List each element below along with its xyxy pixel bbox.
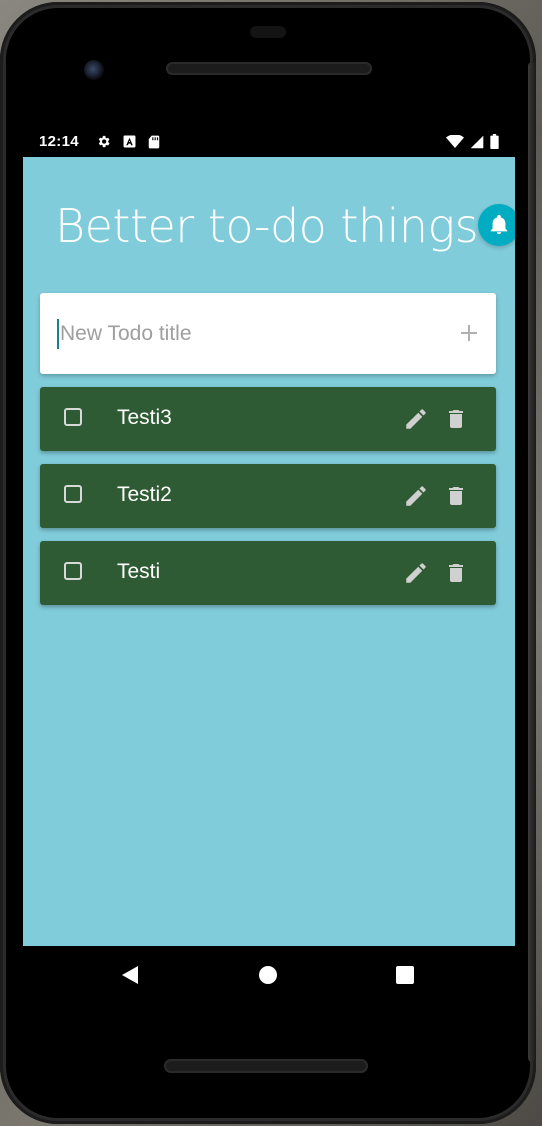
phone-frame: 12:14 Better to-do things New Todo title… <box>0 2 536 1124</box>
todo-title: Testi <box>117 560 161 583</box>
wifi-icon <box>446 134 464 148</box>
todo-list: Testi3 Testi2 Testi <box>40 387 496 618</box>
new-todo-card <box>40 293 496 374</box>
new-todo-title-input[interactable] <box>60 313 440 355</box>
keyboard-a-icon <box>123 135 136 148</box>
bell-icon <box>490 214 508 235</box>
todo-checkbox[interactable] <box>64 408 82 426</box>
app-screen: Better to-do things Testi3 <box>23 157 515 946</box>
sensor-notch <box>250 26 286 38</box>
cell-signal-icon <box>470 135 484 148</box>
bottom-speaker <box>164 1059 368 1073</box>
trash-icon[interactable] <box>444 560 468 586</box>
plus-icon[interactable] <box>457 321 481 345</box>
status-time: 12:14 <box>39 133 79 150</box>
home-circle-icon[interactable] <box>259 966 277 984</box>
earpiece-speaker <box>166 62 372 75</box>
page-title: Better to-do things <box>55 199 479 253</box>
todo-title: Testi3 <box>117 406 172 429</box>
status-notification-icons <box>96 134 160 149</box>
todo-item: Testi2 <box>40 464 496 528</box>
settings-gear-icon <box>98 135 110 148</box>
status-system-icons <box>446 134 499 149</box>
front-camera <box>84 60 104 80</box>
todo-item: Testi <box>40 541 496 605</box>
todo-title: Testi2 <box>117 483 172 506</box>
phone-side-edge <box>528 62 536 1062</box>
todo-checkbox[interactable] <box>64 485 82 503</box>
text-cursor <box>57 319 59 349</box>
battery-icon <box>490 134 499 149</box>
pencil-icon[interactable] <box>403 560 429 586</box>
trash-icon[interactable] <box>444 483 468 509</box>
notifications-button[interactable] <box>478 204 515 246</box>
todo-item: Testi3 <box>40 387 496 451</box>
back-triangle-icon[interactable] <box>121 965 139 985</box>
pencil-icon[interactable] <box>403 483 429 509</box>
trash-icon[interactable] <box>444 406 468 432</box>
status-bar: 12:14 <box>23 126 515 157</box>
pencil-icon[interactable] <box>403 406 429 432</box>
todo-checkbox[interactable] <box>64 562 82 580</box>
recent-apps-square-icon[interactable] <box>396 966 414 984</box>
android-nav-bar <box>23 946 515 1004</box>
sd-card-icon <box>148 135 160 148</box>
